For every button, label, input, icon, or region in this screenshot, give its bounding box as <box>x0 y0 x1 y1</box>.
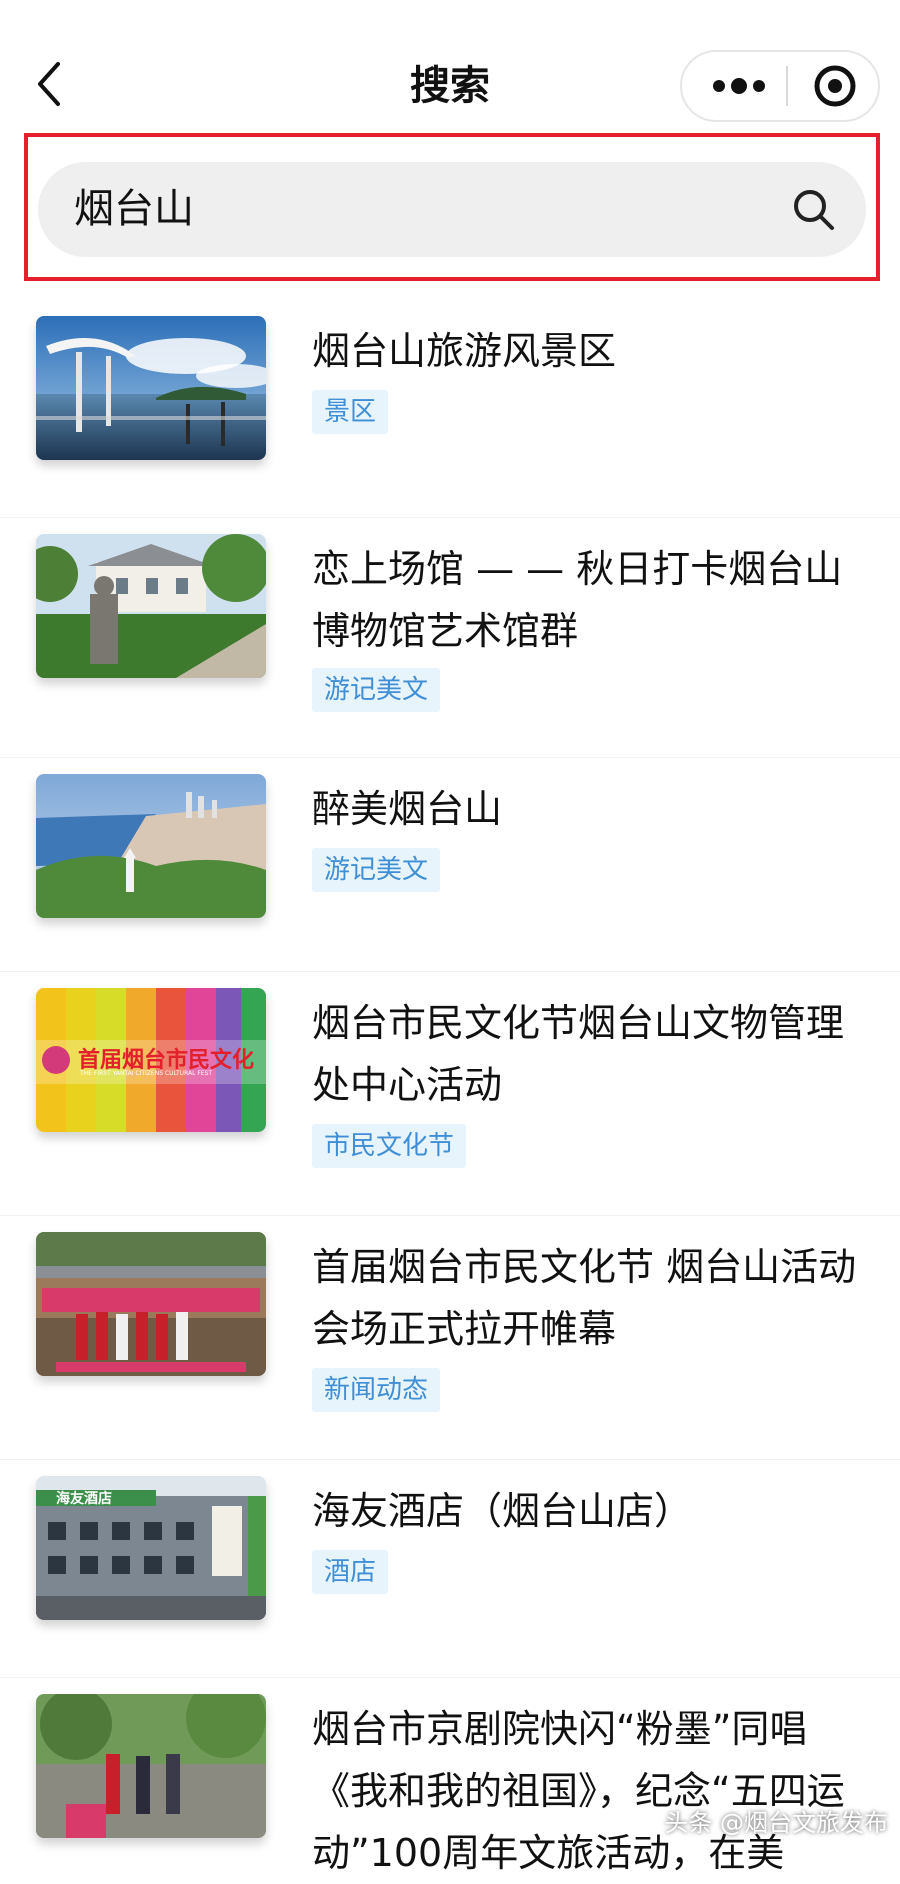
list-item[interactable]: 首届烟台市民文化 THE FIRST YANTAI CITIZENS CULTU… <box>0 972 900 1216</box>
search-input[interactable]: 烟台山 <box>74 162 774 257</box>
result-thumbnail <box>36 1232 266 1376</box>
result-title: 醉美烟台山 <box>312 778 872 840</box>
list-item[interactable]: 海友酒店 海友酒店（烟台山店） 酒店 <box>0 1460 900 1678</box>
list-item[interactable]: 首届烟台市民文化节 烟台山活动会场正式拉开帷幕 新闻动态 <box>0 1216 900 1460</box>
list-item[interactable]: 醉美烟台山 游记美文 <box>0 758 900 972</box>
close-button[interactable] <box>792 52 878 120</box>
search-button[interactable] <box>788 184 840 236</box>
result-title: 烟台市民文化节烟台山文物管理处中心活动 <box>312 992 872 1116</box>
result-tag: 酒店 <box>312 1550 388 1594</box>
result-thumbnail <box>36 316 266 460</box>
result-tag: 市民文化节 <box>312 1124 466 1168</box>
more-button[interactable] <box>692 52 786 120</box>
result-tag: 景区 <box>312 390 388 434</box>
thumbnail-subcaption: THE FIRST YANTAI CITIZENS CULTURAL FEST <box>80 1070 260 1077</box>
capsule-divider <box>786 66 788 106</box>
result-title: 烟台市京剧院快闪“粉墨”同唱《我和我的祖国》，纪念“五四运动”100周年文旅活动… <box>312 1698 872 1884</box>
result-tag: 游记美文 <box>312 848 440 892</box>
result-thumbnail <box>36 774 266 918</box>
result-thumbnail <box>36 1694 266 1838</box>
result-thumbnail: 首届烟台市民文化 THE FIRST YANTAI CITIZENS CULTU… <box>36 988 266 1132</box>
more-dots-icon <box>692 52 786 120</box>
thumbnail-caption: 海友酒店 <box>56 1488 112 1508</box>
result-title: 烟台山旅游风景区 <box>312 320 872 382</box>
search-icon <box>788 184 840 236</box>
nav-bar: 搜索 <box>0 0 900 135</box>
result-title: 首届烟台市民文化节 烟台山活动会场正式拉开帷幕 <box>312 1236 872 1360</box>
result-title: 恋上场馆 — — 秋日打卡烟台山博物馆艺术馆群 <box>312 538 872 662</box>
result-thumbnail: 海友酒店 <box>36 1476 266 1620</box>
result-title: 海友酒店（烟台山店） <box>312 1480 872 1542</box>
capsule-menu <box>680 50 880 122</box>
list-item[interactable]: 烟台山旅游风景区 景区 <box>0 300 900 518</box>
result-tag: 新闻动态 <box>312 1368 440 1412</box>
watermark: 头条 @烟台文旅发布 <box>664 1803 888 1838</box>
target-circle-icon <box>792 52 878 120</box>
list-item[interactable]: 恋上场馆 — — 秋日打卡烟台山博物馆艺术馆群 游记美文 <box>0 518 900 758</box>
result-thumbnail <box>36 534 266 678</box>
search-box[interactable]: 烟台山 <box>38 162 866 257</box>
result-tag: 游记美文 <box>312 668 440 712</box>
